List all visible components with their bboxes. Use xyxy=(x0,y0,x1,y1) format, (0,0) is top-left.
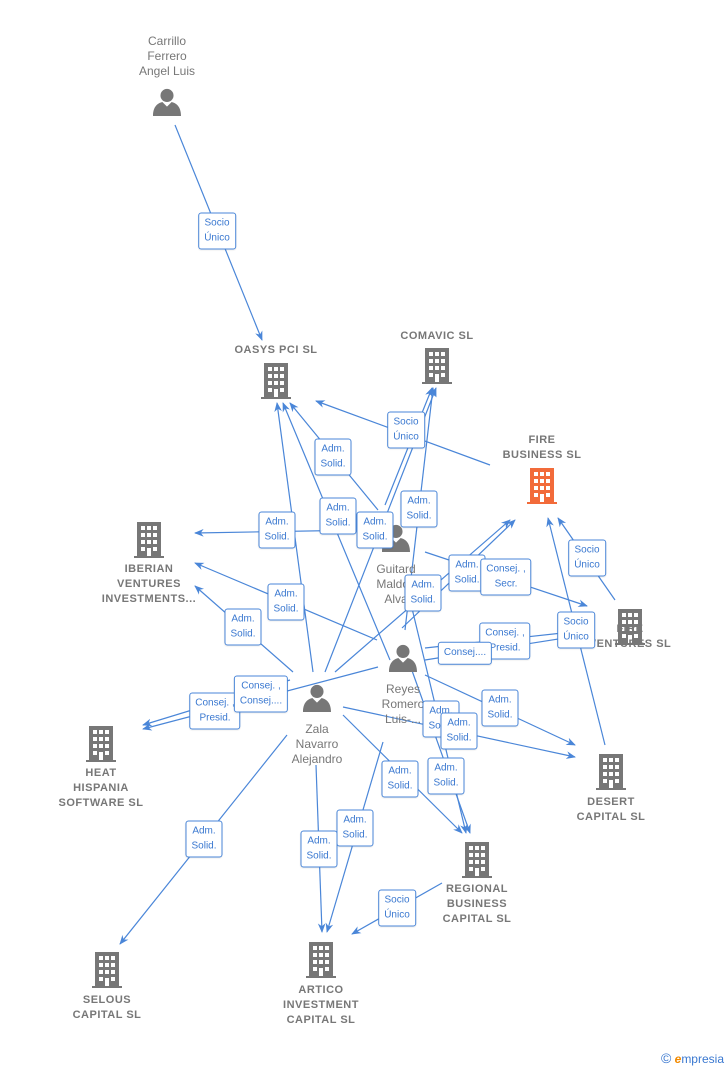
relationship-label[interactable]: Socio Único xyxy=(568,539,606,577)
building-icon[interactable] xyxy=(134,522,164,558)
relationship-label[interactable]: Adm.Solid. xyxy=(440,712,478,750)
copyright-icon: © xyxy=(660,1050,672,1066)
company-node-artico[interactable]: ARTICO INVESTMENT CAPITAL SL xyxy=(283,983,359,1028)
relationship-label[interactable]: Consej.... xyxy=(437,641,493,665)
person-node-zala[interactable]: Zala Navarro Alejandro xyxy=(292,722,343,767)
building-icon[interactable] xyxy=(527,468,557,504)
company-node-selous[interactable]: SELOUS CAPITAL SL xyxy=(73,993,142,1023)
company-node-regional[interactable]: REGIONAL BUSINESS CAPITAL SL xyxy=(443,882,512,927)
company-node-oasys[interactable]: OASYS PCI SL xyxy=(234,343,317,358)
relationship-label[interactable]: Socio Único xyxy=(198,212,236,250)
relationship-label[interactable]: Adm.Solid. xyxy=(319,497,357,535)
relationship-label[interactable]: Adm.Solid. xyxy=(258,511,296,549)
building-icon[interactable] xyxy=(422,348,452,384)
building-icon[interactable] xyxy=(462,842,492,878)
company-node-heat[interactable]: HEAT HISPANIA SOFTWARE SL xyxy=(59,766,144,811)
company-node-fire-ventures[interactable]: FIRE VENTURES SL xyxy=(589,622,672,652)
company-node-desert[interactable]: DESERT CAPITAL SL xyxy=(577,795,646,825)
relationship-label[interactable]: Adm.Solid. xyxy=(336,809,374,847)
company-node-fire-business[interactable]: FIRE BUSINESS SL xyxy=(503,433,582,463)
building-icon[interactable] xyxy=(92,952,122,988)
relationship-label[interactable]: Adm.Solid. xyxy=(314,438,352,476)
company-node-iberian[interactable]: IBERIAN VENTURES INVESTMENTS... xyxy=(102,562,196,607)
relationship-label[interactable]: Adm.Solid. xyxy=(267,583,305,621)
person-icon[interactable] xyxy=(153,88,181,116)
relationship-label[interactable]: Socio Único xyxy=(387,411,425,449)
relationship-label[interactable]: Consej. , Consej.... xyxy=(233,675,289,713)
building-icon[interactable] xyxy=(306,942,336,978)
relationship-label[interactable]: Consej. , Secr. xyxy=(480,558,532,596)
person-node-carrillo[interactable]: Carrillo Ferrero Angel Luis xyxy=(139,34,195,79)
building-icon[interactable] xyxy=(86,726,116,762)
company-node-comavic[interactable]: COMAVIC SL xyxy=(400,329,473,344)
person-node-reyes[interactable]: Reyes Romero Luis-... xyxy=(382,682,425,727)
relationship-label[interactable]: Adm.Solid. xyxy=(481,689,519,727)
empresia-logo[interactable]: © empresia xyxy=(661,1050,724,1066)
person-icon[interactable] xyxy=(303,684,331,712)
relationship-label[interactable]: Adm.Solid. xyxy=(224,608,262,646)
relationship-label[interactable]: Adm.Solid. xyxy=(427,757,465,795)
relationship-label[interactable]: Adm.Solid. xyxy=(300,830,338,868)
building-icon[interactable] xyxy=(261,363,291,399)
person-icon[interactable] xyxy=(389,644,417,672)
relationship-label[interactable]: Adm.Solid. xyxy=(381,760,419,798)
relationship-label[interactable]: Adm.Solid. xyxy=(356,511,394,549)
relationship-label[interactable]: Adm.Solid. xyxy=(185,820,223,858)
relationship-label[interactable]: Adm.Solid. xyxy=(400,490,438,528)
building-icon[interactable] xyxy=(596,754,626,790)
relationship-label[interactable]: Socio Único xyxy=(378,889,416,927)
relationship-label[interactable]: Socio Único xyxy=(557,611,595,649)
relationship-label[interactable]: Adm.Solid. xyxy=(404,574,442,612)
